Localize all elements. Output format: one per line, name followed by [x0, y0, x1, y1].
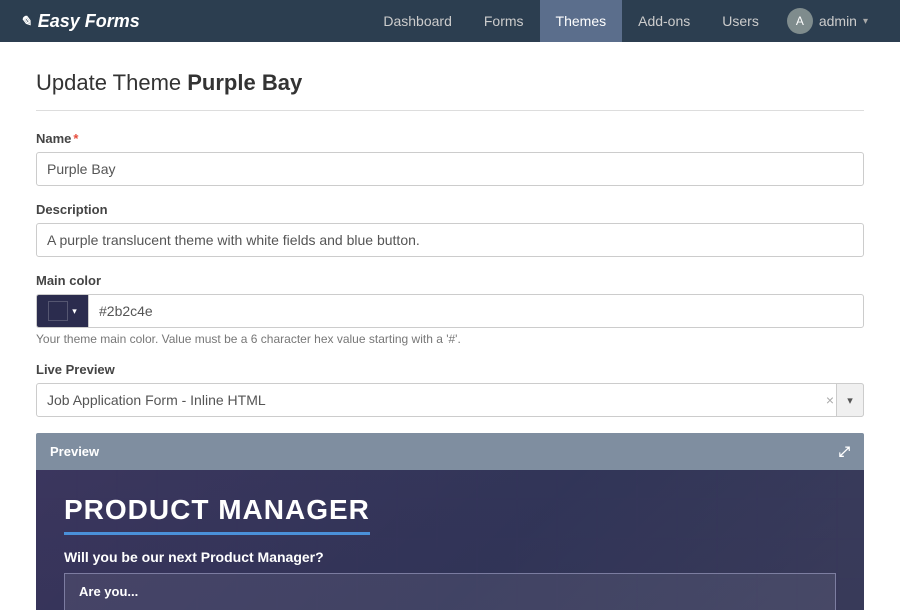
color-swatch: [48, 301, 68, 321]
preview-header-label: Preview: [50, 444, 99, 459]
list-item: Fascinated by software products and how …: [99, 605, 821, 610]
edit-icon: ✎: [20, 13, 32, 30]
preview-list: Fascinated by software products and how …: [79, 605, 821, 610]
nav-themes[interactable]: Themes: [540, 0, 623, 42]
app-brand[interactable]: ✎ Easy Forms: [20, 11, 140, 32]
nav-forms[interactable]: Forms: [468, 0, 540, 42]
color-hint: Your theme main color. Value must be a 6…: [36, 332, 864, 346]
main-color-label: Main color: [36, 273, 864, 288]
expand-icon[interactable]: ⤢: [839, 443, 850, 460]
user-menu[interactable]: A admin ▾: [775, 8, 880, 34]
main-color-field-group: Main color ▾ Your theme main color. Valu…: [36, 273, 864, 346]
required-indicator: *: [73, 131, 78, 146]
nav-addons[interactable]: Add-ons: [622, 0, 706, 42]
nav-users[interactable]: Users: [706, 0, 775, 42]
description-field-group: Description: [36, 202, 864, 257]
user-label: admin: [819, 13, 857, 29]
nav-links: Dashboard Forms Themes Add-ons Users: [367, 0, 774, 42]
live-preview-select[interactable]: Job Application Form - Inline HTML: [36, 383, 864, 417]
preview-header: Preview ⤢: [36, 433, 864, 470]
description-label: Description: [36, 202, 864, 217]
brand-name: Easy Forms: [38, 11, 140, 32]
page-title: Update Theme Purple Bay: [36, 70, 864, 111]
color-hex-input[interactable]: [88, 294, 864, 328]
preview-subtitle: Will you be our next Product Manager?: [64, 549, 836, 565]
name-label: Name*: [36, 131, 864, 146]
color-swatch-button[interactable]: ▾: [36, 294, 88, 328]
description-input[interactable]: [36, 223, 864, 257]
preview-content: PRODUCT MANAGER Will you be our next Pro…: [36, 470, 864, 610]
select-arrow-icon[interactable]: ▾: [836, 383, 864, 417]
navbar: ✎ Easy Forms Dashboard Forms Themes Add-…: [0, 0, 900, 42]
preview-box: Are you... Fascinated by software produc…: [64, 573, 836, 610]
avatar: A: [787, 8, 813, 34]
color-input-row: ▾: [36, 294, 864, 328]
preview-box-label: Are you...: [79, 584, 821, 599]
main-content: Update Theme Purple Bay Name* Descriptio…: [0, 42, 900, 610]
name-field-group: Name*: [36, 131, 864, 186]
nav-dashboard[interactable]: Dashboard: [367, 0, 468, 42]
select-clear-button[interactable]: ×: [826, 392, 834, 408]
live-preview-select-wrapper: Job Application Form - Inline HTML × ▾: [36, 383, 864, 417]
preview-form-title: PRODUCT MANAGER: [64, 494, 370, 535]
live-preview-label: Live Preview: [36, 362, 864, 377]
live-preview-field-group: Live Preview Job Application Form - Inli…: [36, 362, 864, 417]
name-input[interactable]: [36, 152, 864, 186]
preview-inner: PRODUCT MANAGER Will you be our next Pro…: [64, 494, 836, 610]
color-swatch-chevron-icon: ▾: [72, 306, 77, 317]
chevron-down-icon: ▾: [863, 16, 868, 27]
